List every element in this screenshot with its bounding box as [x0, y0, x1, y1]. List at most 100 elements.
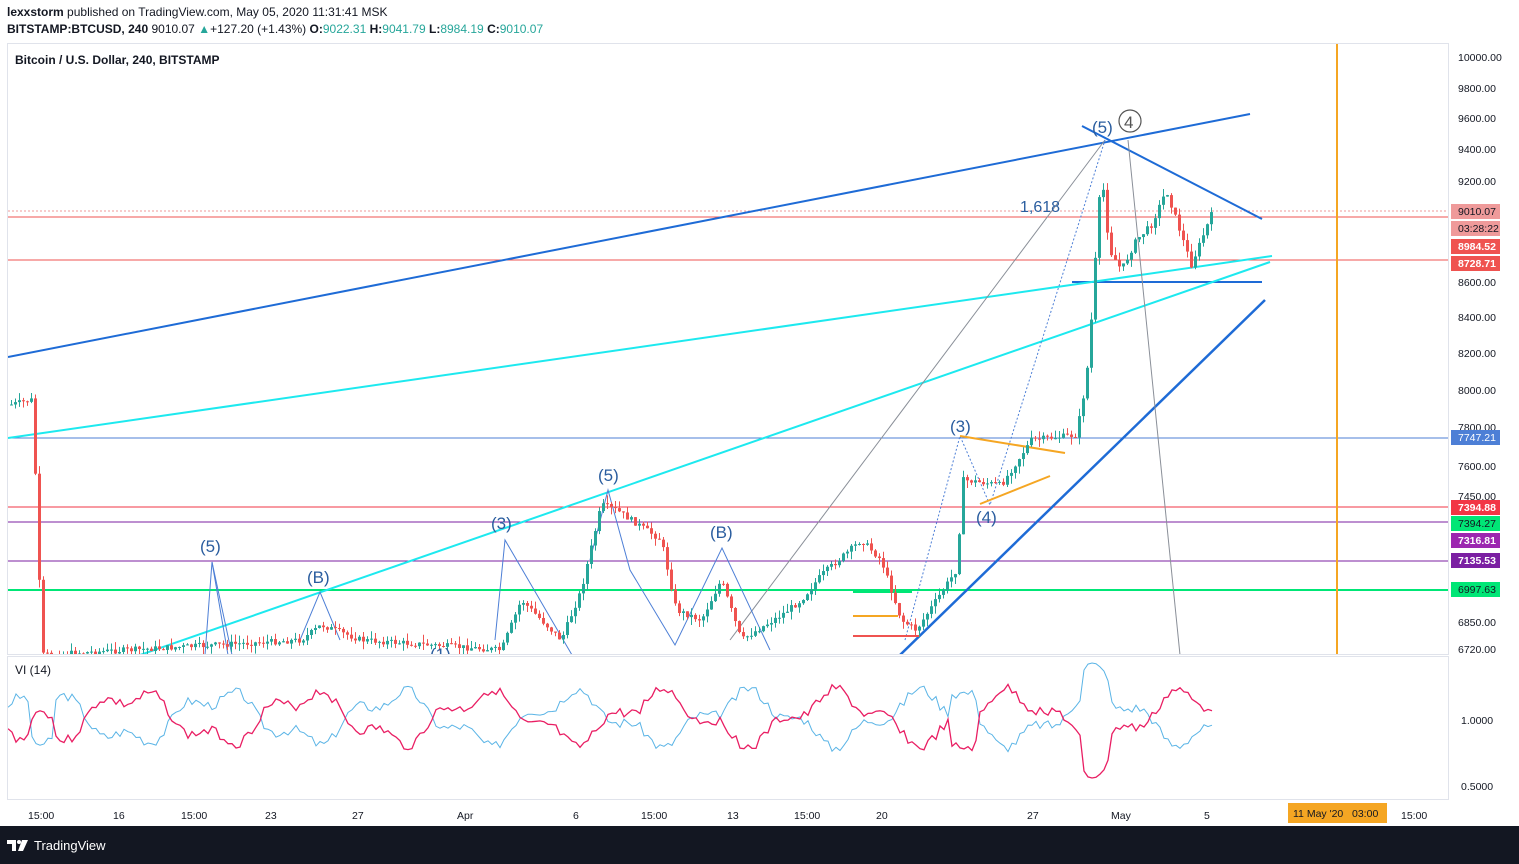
candle-body	[326, 627, 329, 630]
candle-body	[882, 558, 885, 568]
candle-body	[294, 638, 297, 640]
price-chart[interactable]: (5) (B) (3) (5) (B) (1) (3) (4) (5) 4 1,…	[0, 0, 1519, 864]
candle-body	[346, 632, 349, 635]
candle-body	[122, 647, 125, 652]
candle-body	[898, 603, 901, 616]
candle-body	[222, 643, 225, 645]
time-tick: 6	[573, 810, 579, 822]
candle-body	[310, 630, 313, 636]
candle-body	[654, 533, 657, 539]
tradingview-brand[interactable]: TradingView	[34, 838, 106, 853]
candle-body	[62, 654, 65, 657]
candle-body	[254, 642, 257, 646]
candle-body	[610, 504, 613, 507]
time-tick: 27	[352, 810, 364, 822]
candle-body	[702, 616, 705, 621]
candle-body	[554, 631, 557, 633]
candle-body	[226, 644, 229, 647]
candle-body	[1138, 237, 1141, 240]
candle-body	[306, 635, 309, 641]
candle-body	[82, 653, 85, 654]
price-tick: 8400.00	[1458, 312, 1496, 324]
candle-body	[1130, 252, 1133, 260]
candle-body	[930, 606, 933, 614]
candle-body	[1198, 242, 1201, 257]
candle-body	[90, 651, 93, 653]
price-badge: 7316.81	[1458, 535, 1496, 547]
candle-body	[1202, 235, 1205, 243]
time-axis[interactable]: 15:00 16 15:00 23 27 Apr 6 15:00 13 15:0…	[28, 803, 1427, 823]
candle-body	[526, 603, 529, 606]
orange-line-1	[959, 435, 1066, 454]
candle-body	[1002, 481, 1005, 485]
price-tick: 10000.00	[1458, 52, 1502, 64]
candle-body	[626, 512, 629, 520]
candle-body	[718, 583, 721, 594]
candle-body	[490, 647, 493, 651]
candle-body	[586, 563, 589, 584]
candle-body	[802, 600, 805, 604]
candle-body	[574, 607, 577, 617]
price-tick: 8600.00	[1458, 277, 1496, 289]
candle-body	[730, 596, 733, 609]
time-tick: May	[1111, 810, 1132, 822]
price-tick: 6720.00	[1458, 644, 1496, 656]
candle-body	[66, 654, 69, 655]
candle-body	[1178, 214, 1181, 231]
candle-body	[666, 547, 669, 570]
candle-body	[478, 647, 481, 650]
candle-body	[110, 649, 113, 651]
candle-body	[758, 631, 761, 633]
candle-body	[810, 589, 813, 595]
price-axis[interactable]: 10000.00 9800.00 9600.00 9400.00 9200.00…	[1451, 52, 1502, 793]
candle-body	[590, 545, 593, 564]
candle-body	[1210, 212, 1213, 225]
candle-body	[26, 401, 29, 403]
candle-body	[358, 636, 361, 641]
candle-body	[118, 651, 121, 654]
candle-body	[650, 528, 653, 534]
candle-body	[1114, 255, 1117, 261]
candle-body	[1150, 226, 1153, 228]
candle-body	[462, 645, 465, 649]
candle-body	[710, 601, 713, 610]
candle-body	[410, 644, 413, 646]
candle-body	[374, 638, 377, 643]
candle-body	[782, 612, 785, 618]
candle-body	[378, 641, 381, 643]
candle-body	[1070, 434, 1073, 437]
wave-label-3b: (3)	[950, 417, 971, 436]
price-badge: 7394.27	[1458, 518, 1496, 530]
candle-body	[774, 617, 777, 623]
candle-body	[258, 642, 261, 644]
candle-body	[414, 645, 417, 647]
candle-body	[858, 543, 861, 545]
candle-body	[1146, 226, 1149, 235]
candle-body	[638, 523, 641, 526]
candle-body	[714, 593, 717, 602]
candle-body	[126, 647, 129, 649]
candle-body	[1090, 319, 1093, 368]
candle-body	[602, 503, 605, 512]
candle-body	[102, 651, 105, 653]
candle-body	[1078, 416, 1081, 438]
candle-body	[726, 583, 729, 597]
candle-body	[486, 650, 489, 652]
candle-body	[1022, 453, 1025, 460]
indicator-label[interactable]: VI (14)	[15, 663, 51, 677]
candle-body	[706, 609, 709, 617]
candle-body	[842, 553, 845, 561]
candle-body	[914, 624, 917, 631]
candle-body	[150, 648, 153, 652]
candle-body	[1190, 251, 1193, 268]
candle-body	[1082, 398, 1085, 417]
tradingview-logo-icon[interactable]	[6, 836, 30, 854]
orange-line-2	[979, 475, 1051, 505]
candle-body	[274, 639, 277, 645]
candle-body	[230, 641, 233, 647]
candle-body	[394, 639, 397, 644]
time-tick: 23	[265, 810, 277, 822]
time-tick: 15:00	[794, 810, 820, 822]
time-tick: 20	[876, 810, 888, 822]
wave-label-5a: (5)	[200, 537, 221, 556]
